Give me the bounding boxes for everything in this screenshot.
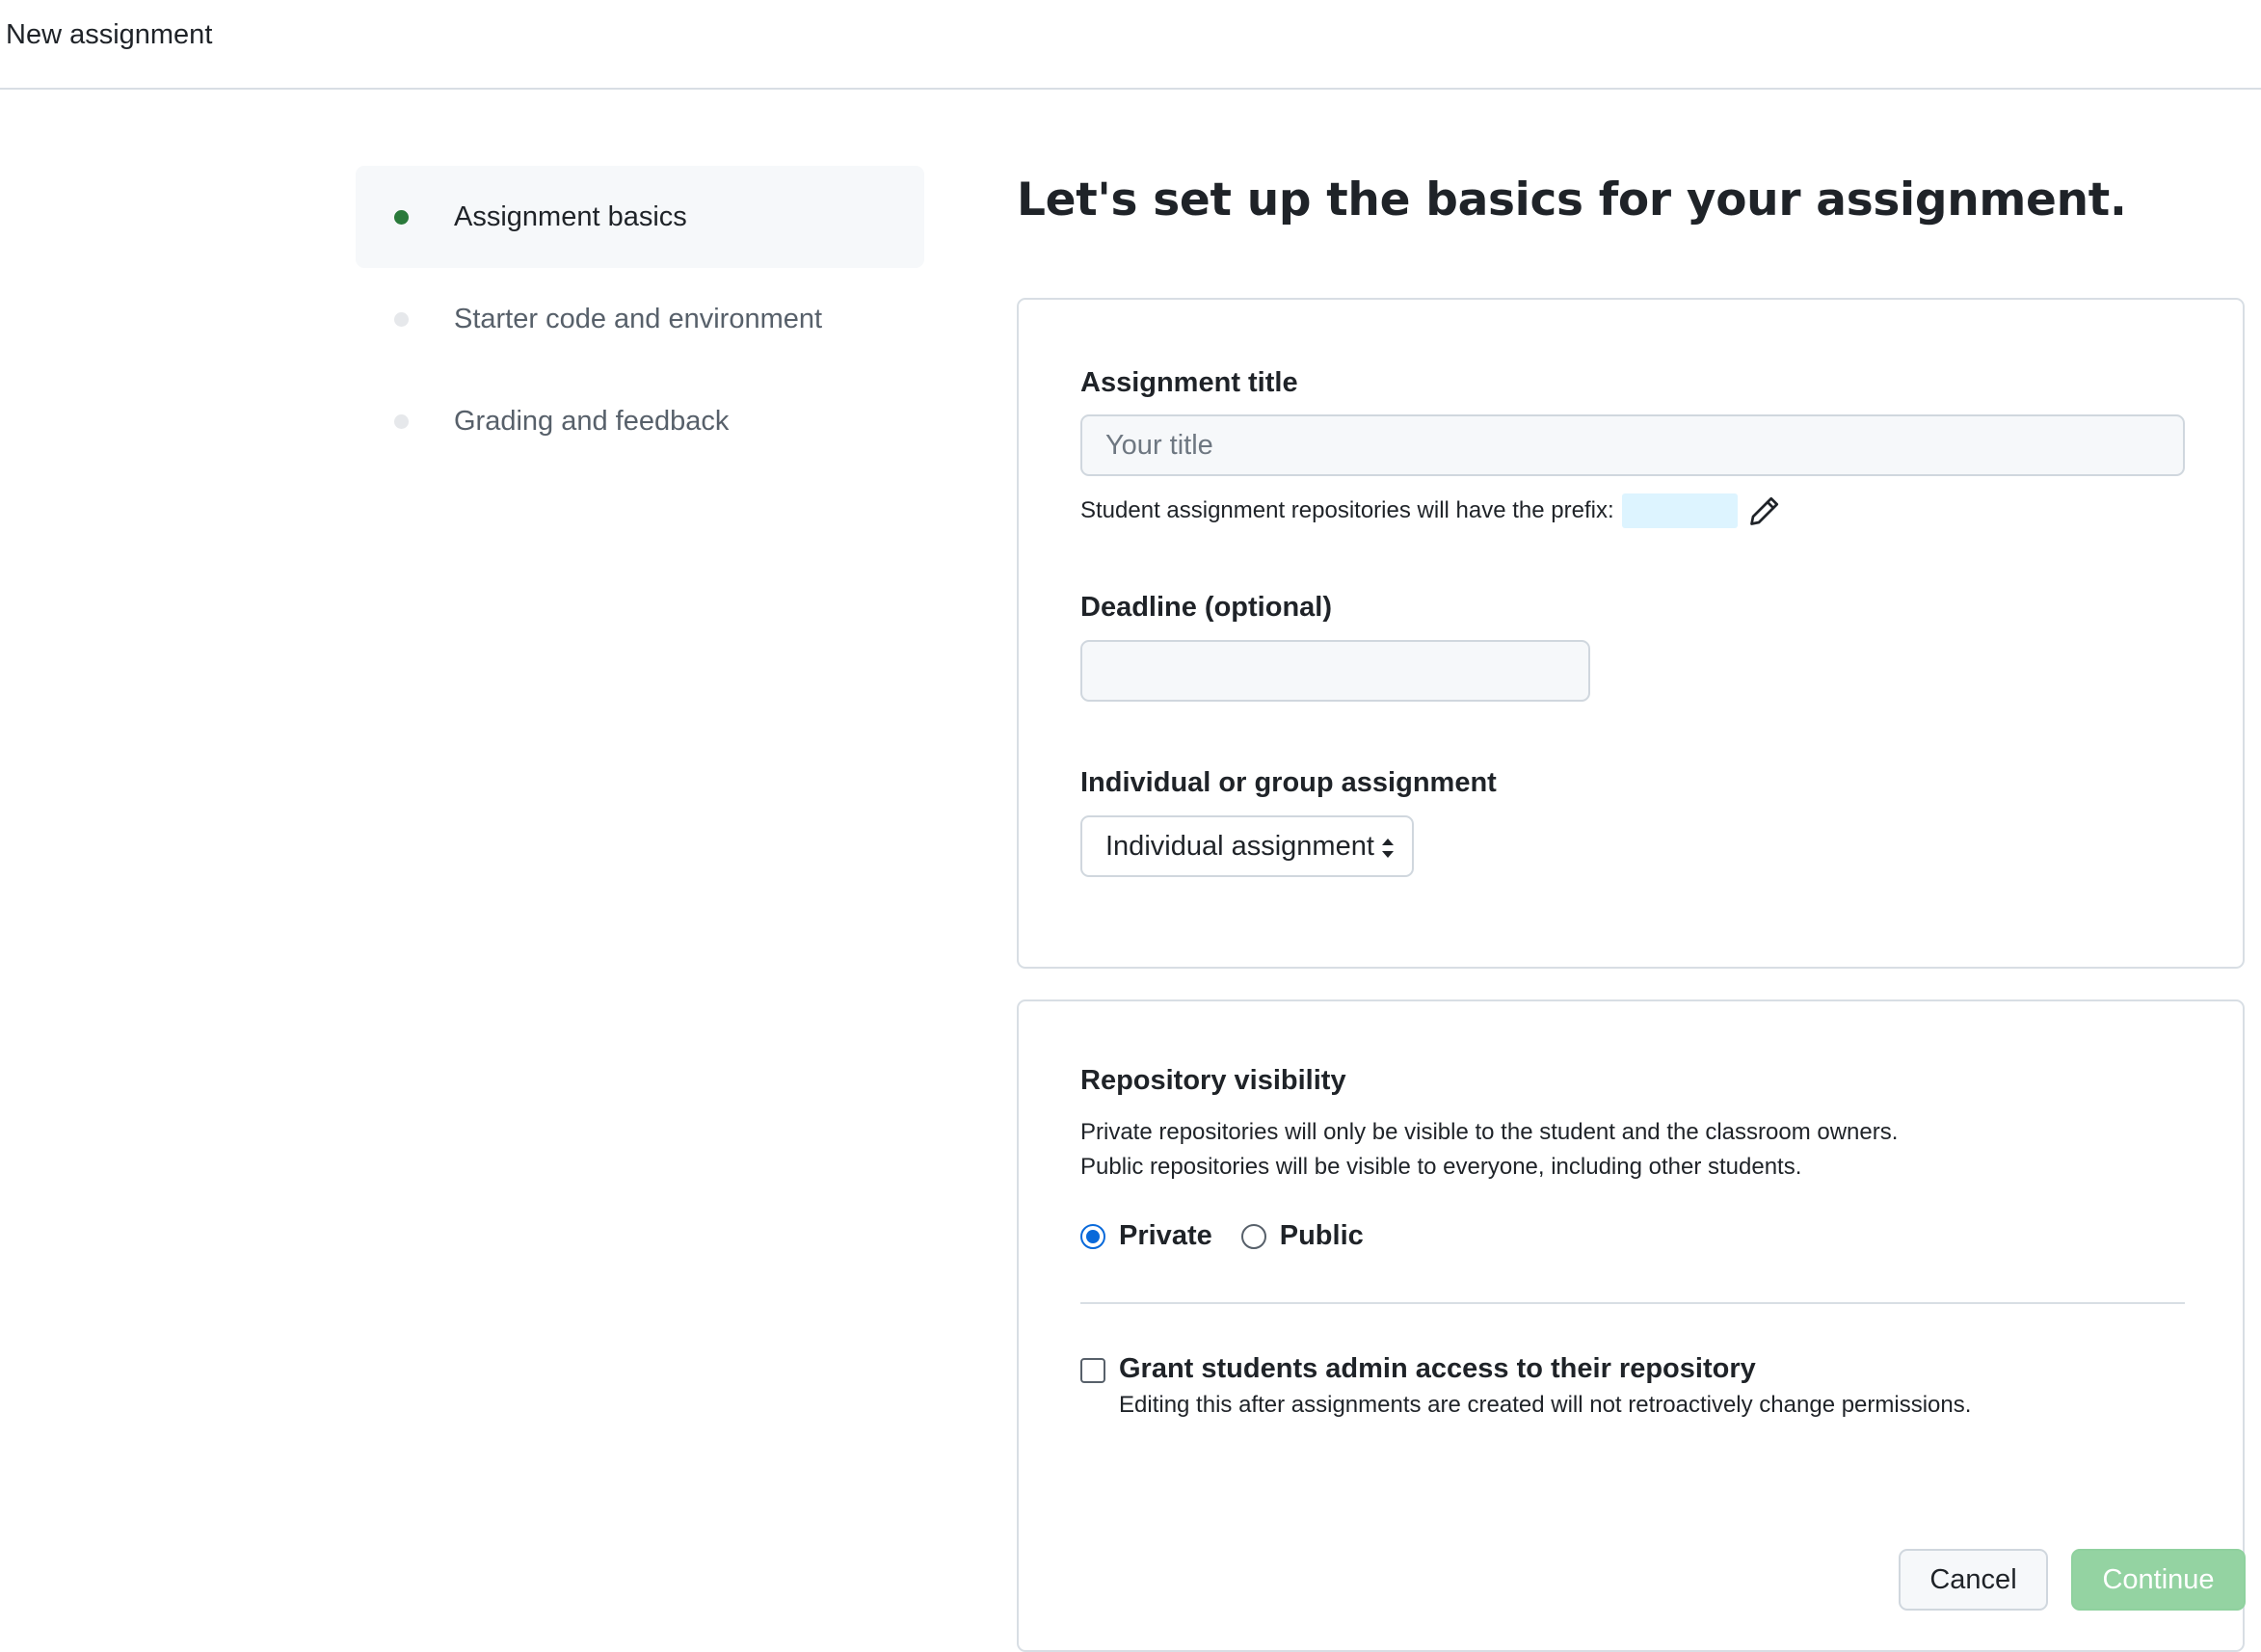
- step-label: Starter code and environment: [454, 303, 823, 334]
- steps-sidebar: Assignment basics Starter code and envir…: [356, 166, 924, 472]
- continue-button[interactable]: Continue: [2071, 1549, 2246, 1611]
- step-dot-icon: [394, 413, 409, 429]
- top-bar: New assignment: [0, 0, 2261, 90]
- chevron-up-down-icon: [1382, 839, 1394, 858]
- visibility-options: Private Public: [1080, 1220, 1393, 1252]
- basics-card: Assignment title Student assignment repo…: [1017, 298, 2245, 969]
- deadline-input[interactable]: [1080, 640, 1590, 702]
- step-dot-icon: [394, 311, 409, 327]
- assignment-title-input[interactable]: [1080, 414, 2185, 476]
- visibility-label: Repository visibility: [1080, 1065, 1346, 1096]
- private-radio[interactable]: [1080, 1223, 1105, 1249]
- prefix-text: Student assignment repositories will hav…: [1080, 497, 1614, 523]
- page-title: New assignment: [6, 19, 213, 50]
- assignment-type-select[interactable]: Individual assignment: [1080, 815, 1414, 877]
- form-heading: Let's set up the basics for your assignm…: [1017, 173, 2127, 226]
- public-radio[interactable]: [1240, 1223, 1266, 1249]
- step-grading-feedback[interactable]: Grading and feedback: [356, 370, 924, 472]
- visibility-description-public: Public repositories will be visible to e…: [1080, 1154, 1802, 1180]
- admin-access-checkbox[interactable]: [1080, 1358, 1105, 1383]
- visibility-card: Repository visibility Private repositori…: [1017, 999, 2245, 1652]
- divider: [1080, 1302, 2185, 1304]
- step-active-dot-icon: [394, 209, 409, 225]
- step-starter-code[interactable]: Starter code and environment: [356, 268, 924, 370]
- admin-access-help: Editing this after assignments are creat…: [1119, 1392, 1972, 1418]
- pencil-icon[interactable]: [1747, 493, 1782, 528]
- visibility-description-private: Private repositories will only be visibl…: [1080, 1119, 1899, 1145]
- step-assignment-basics[interactable]: Assignment basics: [356, 166, 924, 268]
- assignment-type-label: Individual or group assignment: [1080, 767, 1497, 798]
- cancel-button[interactable]: Cancel: [1899, 1549, 2048, 1611]
- private-radio-label[interactable]: Private: [1119, 1220, 1212, 1252]
- prefix-value: [1621, 493, 1738, 528]
- deadline-label: Deadline (optional): [1080, 592, 1332, 623]
- admin-access-label[interactable]: Grant students admin access to their rep…: [1119, 1353, 1756, 1385]
- prefix-row: Student assignment repositories will hav…: [1080, 493, 1782, 528]
- step-label: Assignment basics: [454, 200, 687, 232]
- step-label: Grading and feedback: [454, 405, 730, 437]
- public-radio-label[interactable]: Public: [1280, 1220, 1364, 1252]
- main-content: Let's set up the basics for your assignm…: [1017, 164, 2245, 1652]
- assignment-type-value: Individual assignment: [1105, 830, 1374, 862]
- assignment-title-label: Assignment title: [1080, 367, 1298, 398]
